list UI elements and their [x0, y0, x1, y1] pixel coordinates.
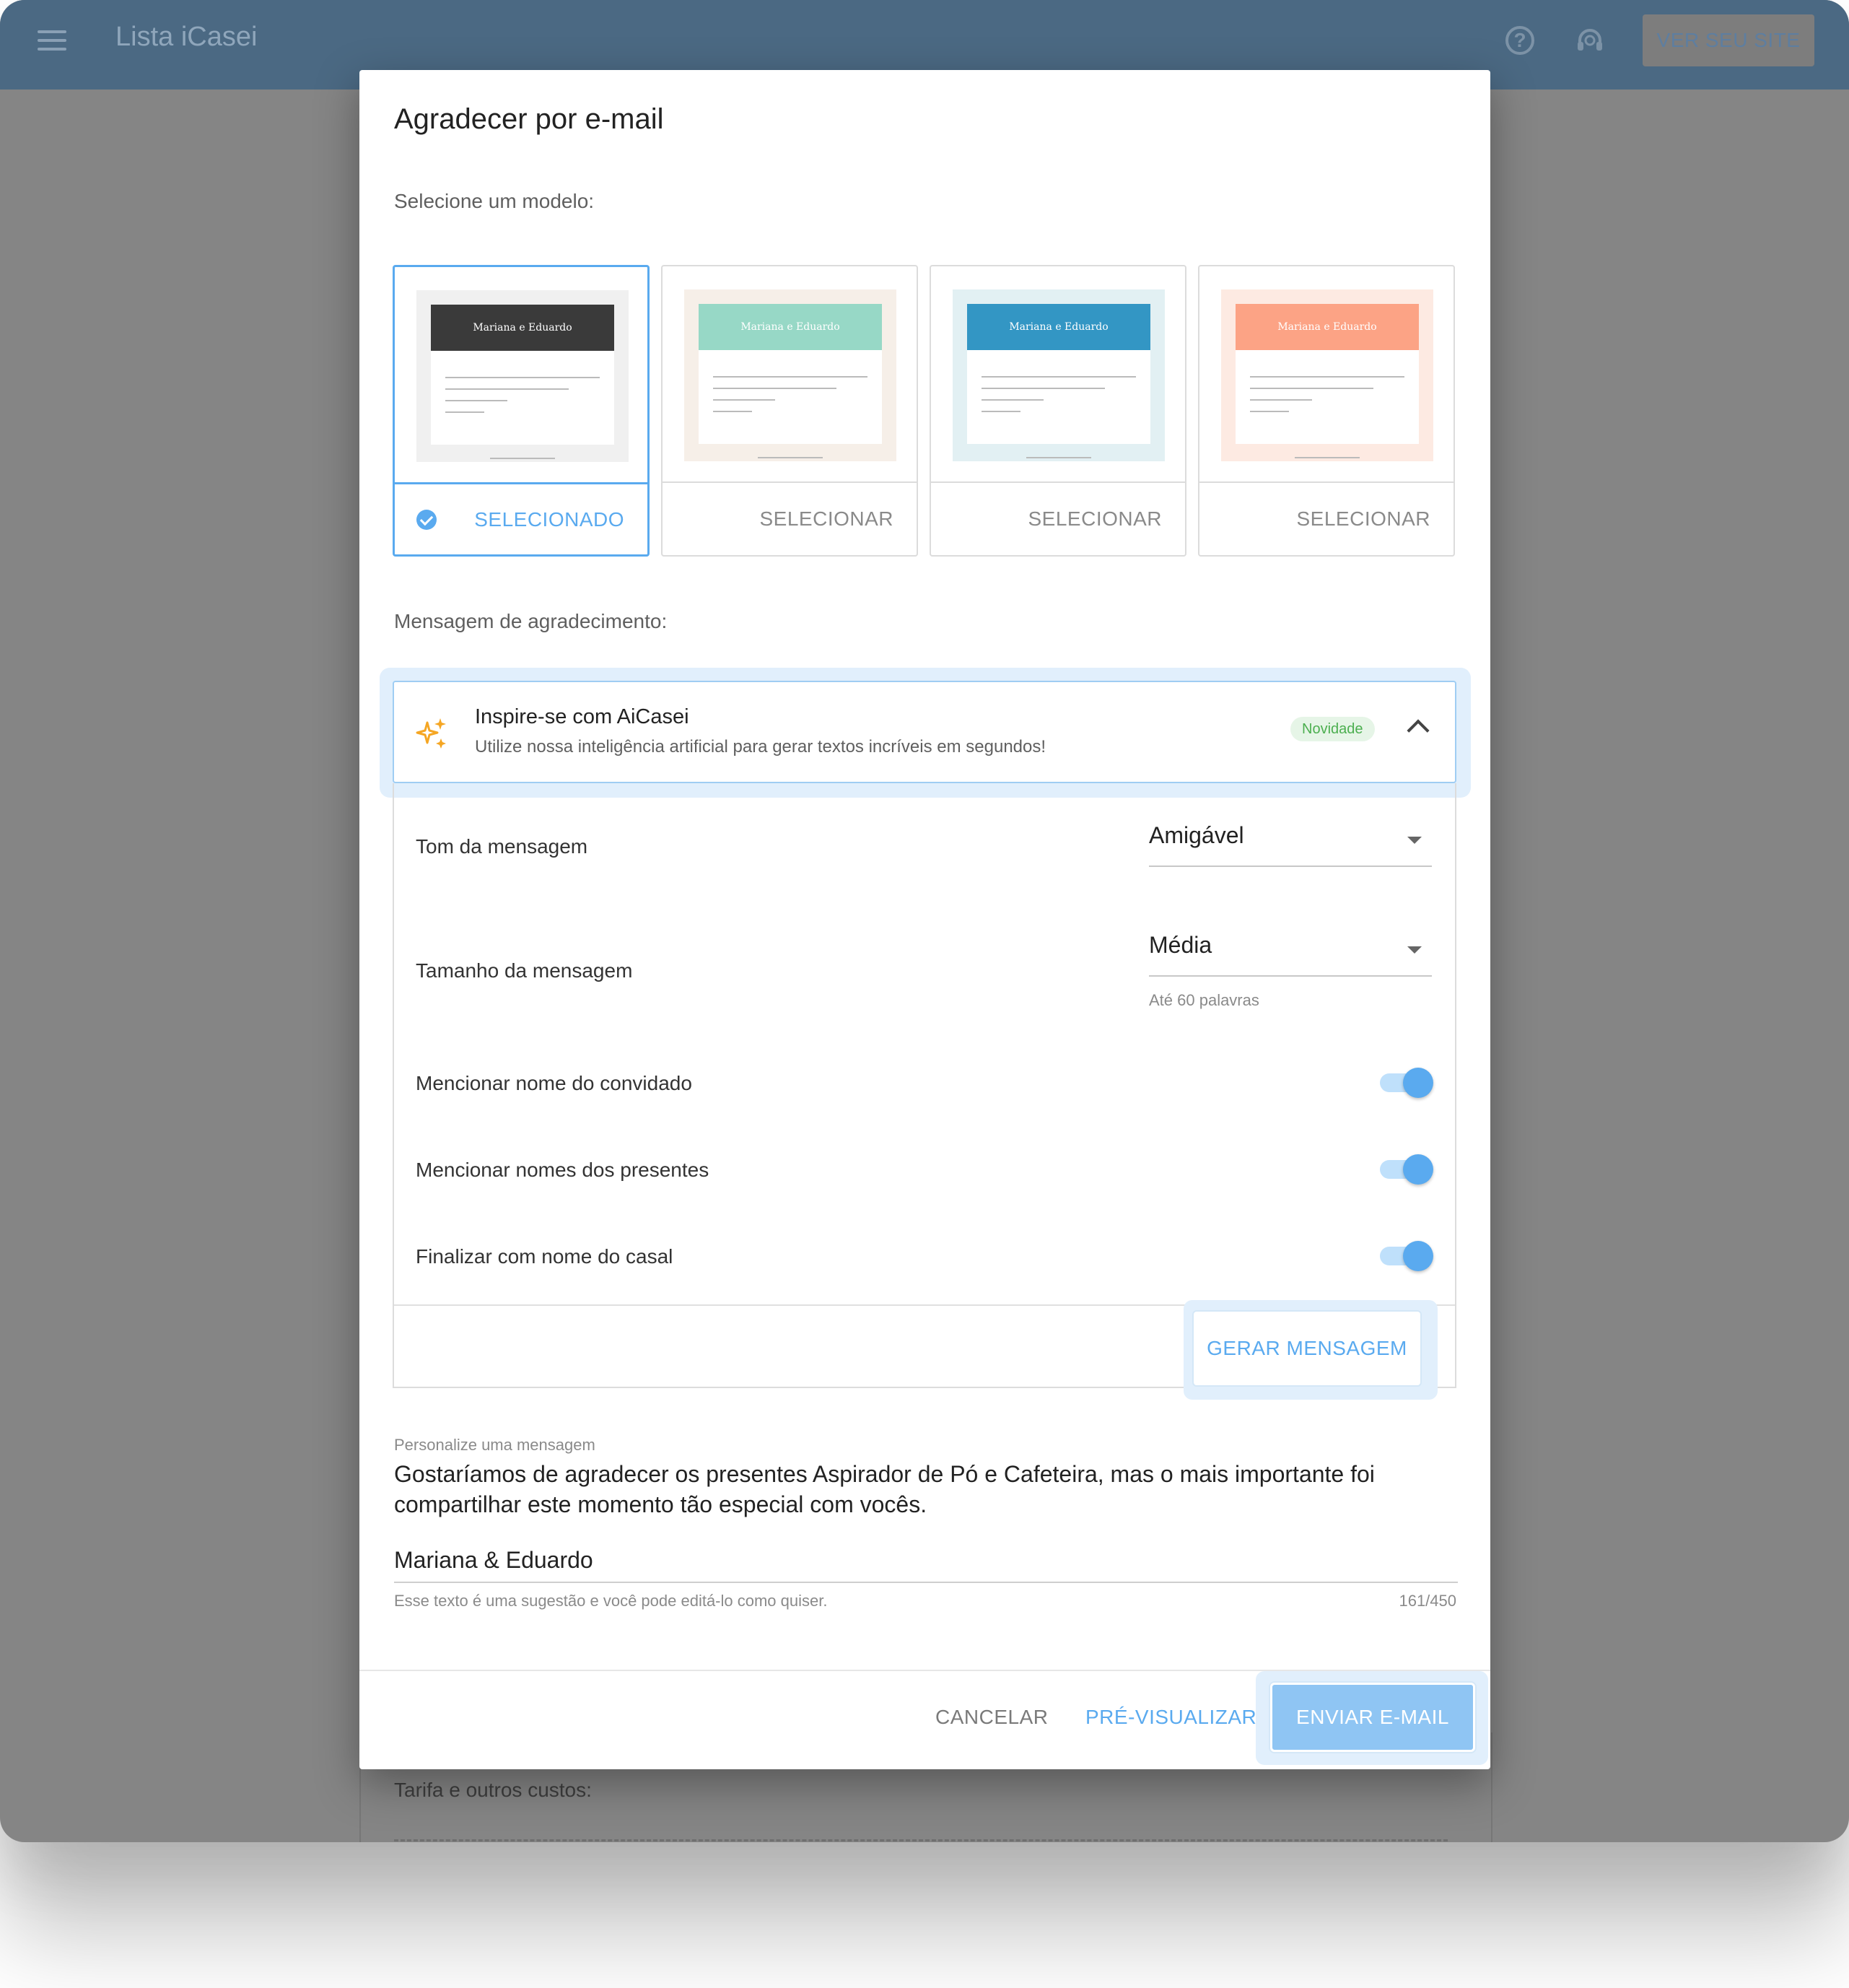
check-circle-icon — [416, 510, 437, 530]
template-action-label: SELECIONADO — [474, 508, 624, 531]
toggle-couple-name[interactable] — [1378, 1239, 1433, 1271]
template-select-button[interactable]: SELECIONAR — [663, 481, 917, 555]
message-field-label: Personalize uma mensagem — [394, 1436, 595, 1454]
app-window: Lista iCasei ? VER SEU SITE Tarifa e out… — [0, 0, 1849, 1842]
dropdown-arrow-icon — [1407, 837, 1422, 844]
hamburger-menu-icon[interactable] — [38, 30, 66, 51]
message-underline — [394, 1582, 1458, 1583]
message-textarea[interactable]: Gostaríamos de agradecer os presentes As… — [394, 1459, 1458, 1520]
dropdown-arrow-icon — [1407, 946, 1422, 954]
message-section-label: Mensagem de agradecimento: — [394, 610, 668, 632]
template-preview-header: Mariana e Eduardo — [699, 304, 882, 350]
background-divider — [394, 1839, 1448, 1842]
template-card-3[interactable]: Mariana e Eduardo SELECIONAR — [930, 265, 1186, 557]
background-section-label: Tarifa e outros custos: — [394, 1779, 592, 1801]
template-select-button[interactable]: SELECIONAR — [931, 481, 1185, 555]
thank-you-email-dialog: Agradecer por e-mail Selecione um modelo… — [359, 70, 1490, 1769]
template-preview-header: Mariana e Eduardo — [1236, 304, 1419, 350]
size-label: Tamanho da mensagem — [416, 959, 633, 982]
template-card-1[interactable]: Mariana e Eduardo SELECIONADO — [393, 265, 650, 557]
character-counter: 161/450 — [1399, 1592, 1456, 1610]
chevron-up-icon[interactable] — [1407, 719, 1430, 742]
toggle-gifts-label: Mencionar nomes dos presentes — [416, 1159, 709, 1181]
template-select-button[interactable]: SELECIONAR — [1199, 481, 1454, 555]
tone-label: Tom da mensagem — [416, 835, 588, 858]
ai-panel-body: Tom da mensagem Amigável Tamanho da mens… — [393, 783, 1456, 1388]
ai-panel-subtitle: Utilize nossa inteligência artificial pa… — [475, 737, 1046, 757]
template-thumbnail[interactable]: Mariana e Eduardo — [395, 267, 647, 484]
tone-select[interactable]: Amigável — [1149, 822, 1432, 867]
tone-select-value: Amigável — [1149, 822, 1244, 848]
template-card-4[interactable]: Mariana e Eduardo SELECIONAR — [1198, 265, 1455, 557]
template-thumbnail[interactable]: Mariana e Eduardo — [663, 266, 917, 483]
template-preview-header: Mariana e Eduardo — [967, 304, 1150, 350]
template-preview-bg: Mariana e Eduardo — [1221, 289, 1433, 461]
template-thumbnail[interactable]: Mariana e Eduardo — [1199, 266, 1454, 483]
message-signature[interactable]: Mariana & Eduardo — [394, 1547, 593, 1574]
dialog-title: Agradecer por e-mail — [394, 103, 664, 135]
app-title: Lista iCasei — [115, 22, 258, 52]
template-section-label: Selecione um modelo: — [394, 190, 595, 212]
toggle-guest-name[interactable] — [1378, 1066, 1433, 1098]
template-preview-bg: Mariana e Eduardo — [684, 289, 896, 461]
size-select-value: Média — [1149, 932, 1212, 958]
sparkle-icon — [416, 718, 446, 749]
send-email-button[interactable]: ENVIAR E-MAIL — [1270, 1683, 1475, 1752]
template-thumbnail[interactable]: Mariana e Eduardo — [931, 266, 1185, 483]
cancel-button[interactable]: CANCELAR — [935, 1706, 1048, 1729]
message-hint: Esse texto é uma sugestão e você pode ed… — [394, 1592, 828, 1610]
toggle-gift-names[interactable] — [1378, 1153, 1433, 1185]
template-preview-header: Mariana e Eduardo — [431, 305, 614, 351]
size-select[interactable]: Média — [1149, 932, 1432, 977]
generate-message-button[interactable]: GERAR MENSAGEM — [1192, 1310, 1422, 1387]
new-badge: Novidade — [1290, 717, 1375, 741]
support-headset-icon[interactable] — [1575, 26, 1605, 56]
template-preview-bg: Mariana e Eduardo — [953, 289, 1165, 461]
toggle-guest-label: Mencionar nome do convidado — [416, 1072, 692, 1094]
help-icon[interactable]: ? — [1505, 26, 1534, 55]
toggle-couple-label: Finalizar com nome do casal — [416, 1245, 673, 1268]
template-preview-bg: Mariana e Eduardo — [416, 290, 629, 462]
ai-panel-title: Inspire-se com AiCasei — [475, 705, 689, 728]
ai-panel-header[interactable]: Inspire-se com AiCasei Utilize nossa int… — [393, 681, 1456, 783]
view-site-button[interactable]: VER SEU SITE — [1643, 14, 1814, 66]
preview-button[interactable]: PRÉ-VISUALIZAR — [1085, 1706, 1256, 1729]
template-card-2[interactable]: Mariana e Eduardo SELECIONAR — [661, 265, 918, 557]
size-hint: Até 60 palavras — [1149, 991, 1259, 1009]
template-select-button[interactable]: SELECIONADO — [395, 482, 647, 554]
